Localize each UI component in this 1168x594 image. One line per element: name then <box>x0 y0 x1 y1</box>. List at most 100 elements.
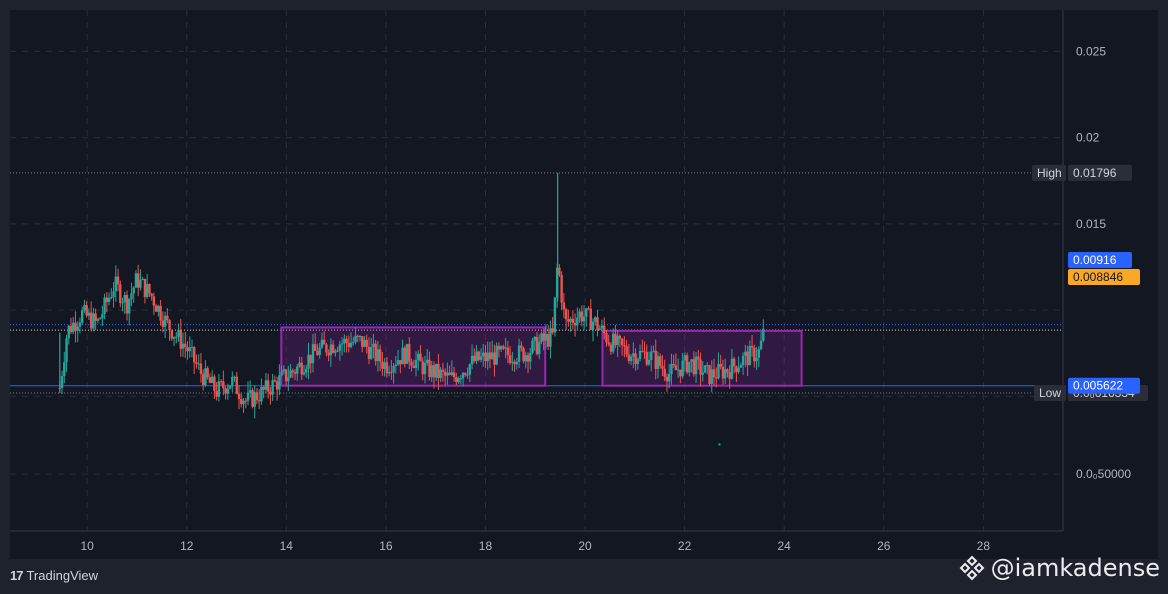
candle-body <box>148 284 151 294</box>
candle-body <box>253 392 256 407</box>
candle-body <box>226 388 230 394</box>
candle-body <box>105 297 109 302</box>
candle-body <box>123 294 126 303</box>
candle-body <box>119 284 122 303</box>
candle-body <box>208 377 212 383</box>
candle-body <box>181 343 185 349</box>
candle-body <box>287 377 290 382</box>
candle-body <box>609 344 613 352</box>
candle-body <box>432 365 436 378</box>
x-tick-label: 14 <box>280 539 294 553</box>
candle-body <box>459 378 463 380</box>
candle-body <box>580 311 584 322</box>
candle-body <box>154 305 158 312</box>
candle-body <box>717 363 720 379</box>
candle-body <box>356 335 359 337</box>
candle-body <box>240 398 243 405</box>
candle-body <box>692 359 696 375</box>
candle-body <box>448 372 451 375</box>
candle-body <box>488 352 492 360</box>
x-tick-label: 10 <box>80 539 94 553</box>
tradingview-brand[interactable]: 17 TradingView <box>10 568 98 583</box>
candle-body <box>190 347 194 349</box>
y-tick-label: 0.02 <box>1076 131 1100 145</box>
candle-body <box>506 347 510 356</box>
candle-body <box>634 353 637 364</box>
candle-body <box>121 302 124 304</box>
candle-body <box>235 376 238 394</box>
candle-body <box>128 299 131 314</box>
candle-body <box>502 346 505 349</box>
candle-body <box>244 400 247 402</box>
candle-body <box>750 345 754 348</box>
candle-body <box>672 363 675 366</box>
candle-body <box>715 377 718 379</box>
candle-body <box>439 369 442 378</box>
candle-body <box>403 347 407 364</box>
candle-body <box>72 322 75 333</box>
price-chart[interactable]: 10 12 14 16 18 20 22 24 26 28 0.025 0.02 0.015 0.005… <box>0 0 1168 594</box>
candle-body <box>219 381 223 383</box>
candle-body <box>683 355 687 361</box>
candle-body <box>735 366 738 373</box>
candle-body <box>246 392 250 401</box>
tradingview-logo-icon: 17 <box>10 568 24 583</box>
candle-body <box>562 302 566 310</box>
candle-body <box>157 305 160 312</box>
candle-body <box>636 359 640 364</box>
candle-body <box>670 363 673 374</box>
candle-body <box>213 376 216 391</box>
candle-body <box>83 305 86 311</box>
candle-body <box>446 372 449 376</box>
candle-body <box>399 360 402 365</box>
candle-body <box>417 353 420 360</box>
candle-body <box>414 359 418 368</box>
candle-body <box>679 369 682 377</box>
candle-body <box>264 380 268 390</box>
candle-body <box>694 356 698 375</box>
candle-body <box>710 369 713 384</box>
candle-body <box>533 336 536 341</box>
candle-body <box>107 297 111 302</box>
candle-body <box>430 365 433 378</box>
candle-body <box>688 361 691 373</box>
candle-body <box>513 361 516 365</box>
candle-body <box>184 343 187 348</box>
candle-body <box>665 376 669 382</box>
high-value-text: 0.01796 <box>1073 166 1117 180</box>
low-label: Low <box>1034 384 1066 401</box>
candle-body <box>137 273 140 288</box>
candle-body <box>674 365 678 371</box>
candle-body <box>309 354 312 364</box>
candle-body <box>345 338 348 343</box>
candle-body <box>278 375 281 390</box>
candle-body <box>706 365 709 367</box>
candle-body <box>325 344 328 353</box>
candle-body <box>558 267 561 275</box>
candle-body <box>78 322 82 327</box>
x-tick-label: 26 <box>877 539 891 553</box>
current-price-label-text: 0.008846 <box>1073 270 1123 284</box>
candle-body <box>723 369 727 379</box>
candle-body <box>470 355 474 365</box>
candle-body <box>571 318 575 323</box>
candle-body <box>741 355 745 366</box>
range-box[interactable] <box>601 329 803 387</box>
candle-body <box>257 400 261 402</box>
candle-body <box>354 335 357 342</box>
candle-body <box>141 278 144 280</box>
candle-body <box>331 344 335 353</box>
candle-body <box>452 372 456 378</box>
candle-body <box>260 386 263 402</box>
candle-body <box>284 369 288 382</box>
support-label-text: 0.005622 <box>1073 379 1123 393</box>
candle-body <box>132 287 135 294</box>
candle-body <box>641 350 644 352</box>
candle-body <box>249 390 252 393</box>
candle-body <box>477 351 480 360</box>
candle-body <box>685 355 689 373</box>
candle-body <box>549 328 552 347</box>
candle-body <box>85 305 88 316</box>
candle-body <box>618 335 622 339</box>
candle-body <box>163 315 167 327</box>
